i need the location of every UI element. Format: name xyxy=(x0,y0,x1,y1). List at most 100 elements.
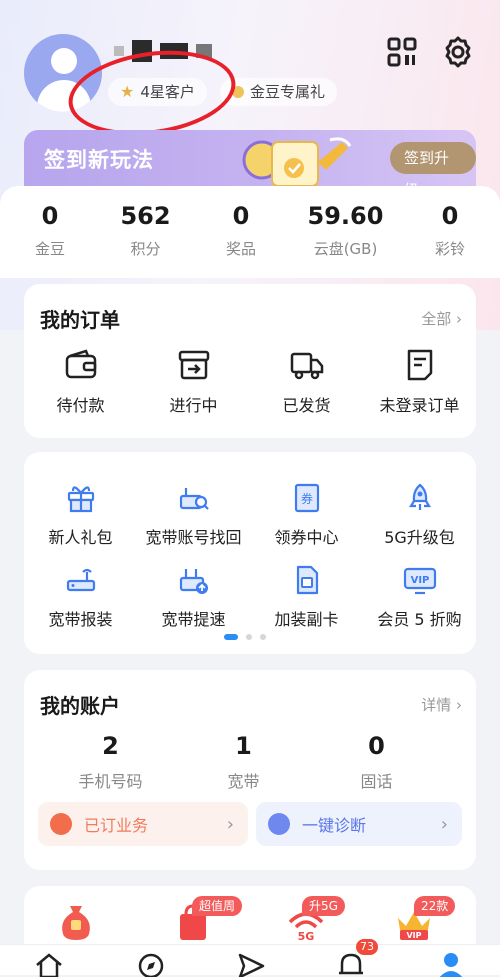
account-landline[interactable]: 0 固话 xyxy=(310,732,443,792)
promo-value-week[interactable]: 超值周 xyxy=(172,896,243,946)
account-phone-numbers[interactable]: 2 手机号码 xyxy=(44,732,177,792)
bottom-tab-bar: 73 xyxy=(0,939,500,977)
promo-tag: 22款 xyxy=(414,896,456,916)
stat-label: 金豆 xyxy=(34,240,65,258)
sim-card-icon xyxy=(296,565,318,595)
stat-label: 奖品 xyxy=(225,240,256,258)
chevron-right-icon: › xyxy=(456,696,462,714)
checkin-banner[interactable]: 签到新玩法 签到升级 xyxy=(24,130,476,188)
stat-value: 0 xyxy=(41,202,59,230)
golden-bean-gift-label: 金豆专属礼 xyxy=(250,83,326,101)
promo-tag: 升5G xyxy=(302,896,345,916)
order-pending-payment[interactable]: 待付款 xyxy=(24,348,137,416)
service-label: 5G升级包 xyxy=(384,528,455,547)
account-card: 我的账户 详情 › 2 手机号码 1 宽带 0 固话 已订业务 › 一键诊断 › xyxy=(24,670,476,870)
subscribed-services-button[interactable]: 已订业务 › xyxy=(38,802,248,846)
page-dot[interactable] xyxy=(246,634,252,640)
one-click-diagnose-button[interactable]: 一键诊断 › xyxy=(256,802,462,846)
order-item-label: 进行中 xyxy=(169,396,218,415)
service-broadband-account-recovery[interactable]: 宽带账号找回 xyxy=(137,482,250,548)
account-value: 1 xyxy=(235,732,252,760)
banner-title: 签到新玩法 xyxy=(44,148,154,172)
promo-upgrade-5g[interactable]: 5G 升5G xyxy=(284,896,345,946)
svg-text:5G: 5G xyxy=(298,930,315,942)
order-guest[interactable]: 未登录订单 xyxy=(363,348,476,416)
account-details-label: 详情 xyxy=(421,696,452,714)
stats-card: 0 金豆 562 积分 0 奖品 59.60 云盘(GB) 0 彩铃 xyxy=(0,186,500,278)
order-shipped[interactable]: 已发货 xyxy=(250,348,363,416)
promo-vip-22[interactable]: VIP 22款 xyxy=(392,896,456,946)
page-indicator xyxy=(224,634,266,640)
box-icon xyxy=(178,350,209,380)
service-label: 领券中心 xyxy=(274,528,339,547)
orders-title: 我的订单 xyxy=(40,308,120,332)
service-broadband-install[interactable]: 宽带报装 xyxy=(24,564,137,630)
page-dot-active[interactable] xyxy=(224,634,238,640)
stat-label: 云盘(GB) xyxy=(313,240,378,258)
service-label: 宽带账号找回 xyxy=(145,528,242,547)
account-title: 我的账户 xyxy=(40,694,120,718)
subscribed-services-label: 已订业务 xyxy=(84,816,149,835)
account-value: 0 xyxy=(368,732,385,760)
stat-points[interactable]: 562 积分 xyxy=(110,200,182,259)
service-label: 宽带提速 xyxy=(161,610,226,629)
golden-bean-gift-badge[interactable]: 金豆专属礼 xyxy=(220,78,338,106)
router-icon xyxy=(66,568,95,592)
account-label: 宽带 xyxy=(227,772,260,791)
service-add-sub-card[interactable]: 加装副卡 xyxy=(250,564,363,630)
truck-icon xyxy=(290,352,323,380)
service-label: 宽带报装 xyxy=(48,610,113,629)
promo-moneybag[interactable] xyxy=(56,896,116,946)
service-member-half-price[interactable]: VIP 会员 5 折购 xyxy=(363,564,476,630)
pulse-icon xyxy=(268,813,290,835)
account-details-link[interactable]: 详情 › xyxy=(421,694,462,715)
stat-label: 积分 xyxy=(130,240,161,258)
chevron-right-icon: › xyxy=(456,310,462,328)
service-newcomer-gift[interactable]: 新人礼包 xyxy=(24,482,137,548)
service-label: 会员 5 折购 xyxy=(377,610,462,629)
stat-prizes[interactable]: 0 奖品 xyxy=(205,200,277,259)
service-broadband-speedup[interactable]: 宽带提速 xyxy=(137,564,250,630)
money-bag-icon xyxy=(62,906,90,940)
svg-text:券: 券 xyxy=(300,491,312,506)
list-icon xyxy=(50,813,72,835)
stat-label: 彩铃 xyxy=(434,240,465,258)
coupon-icon: 券 xyxy=(294,483,319,513)
stat-ringtone[interactable]: 0 彩铃 xyxy=(414,200,486,259)
send-icon[interactable] xyxy=(236,951,266,977)
orders-card: 我的订单 全部 › 待付款 进行中 已发货 未登录订单 xyxy=(24,284,476,438)
orders-all-link[interactable]: 全部 › xyxy=(421,308,462,329)
one-click-diagnose-label: 一键诊断 xyxy=(302,816,367,835)
svg-text:VIP: VIP xyxy=(410,575,429,586)
stat-golden-beans[interactable]: 0 金豆 xyxy=(14,200,86,259)
discover-icon[interactable] xyxy=(136,951,166,977)
checkin-upgrade-button[interactable]: 签到升级 xyxy=(390,142,476,188)
stat-cloud-disk[interactable]: 59.60 云盘(GB) xyxy=(301,200,391,259)
page-dot[interactable] xyxy=(260,634,266,640)
services-card: 新人礼包 宽带账号找回 券 领券中心 5G升级包 宽带报装 宽带提速 加装副卡 … xyxy=(24,452,476,654)
gift-icon xyxy=(67,486,94,513)
stat-value: 0 xyxy=(441,202,459,230)
order-in-progress[interactable]: 进行中 xyxy=(137,348,250,416)
service-5g-upgrade[interactable]: 5G升级包 xyxy=(363,482,476,548)
account-label: 手机号码 xyxy=(78,772,143,791)
account-broadband[interactable]: 1 宽带 xyxy=(177,732,310,792)
account-value: 2 xyxy=(102,732,119,760)
qr-code-icon[interactable] xyxy=(384,34,420,70)
promo-tag: 超值周 xyxy=(192,896,243,916)
gear-icon[interactable] xyxy=(440,34,476,70)
checkin-illustration-icon xyxy=(242,137,352,187)
wallet-icon xyxy=(65,349,96,379)
profile-header: ★ 4星客户 金豆专属礼 xyxy=(0,0,500,146)
vip-icon: VIP xyxy=(403,567,436,595)
service-coupon-center[interactable]: 券 领券中心 xyxy=(250,482,363,548)
router-upload-icon xyxy=(179,569,208,594)
broadband-search-icon xyxy=(179,488,209,510)
profile-icon[interactable] xyxy=(436,951,466,977)
order-item-label: 已发货 xyxy=(282,396,331,415)
notification-badge: 73 xyxy=(356,939,378,955)
stat-value: 59.60 xyxy=(307,202,384,230)
home-icon[interactable] xyxy=(34,951,64,977)
bell-icon[interactable] xyxy=(336,951,366,977)
service-label: 加装副卡 xyxy=(274,610,339,629)
